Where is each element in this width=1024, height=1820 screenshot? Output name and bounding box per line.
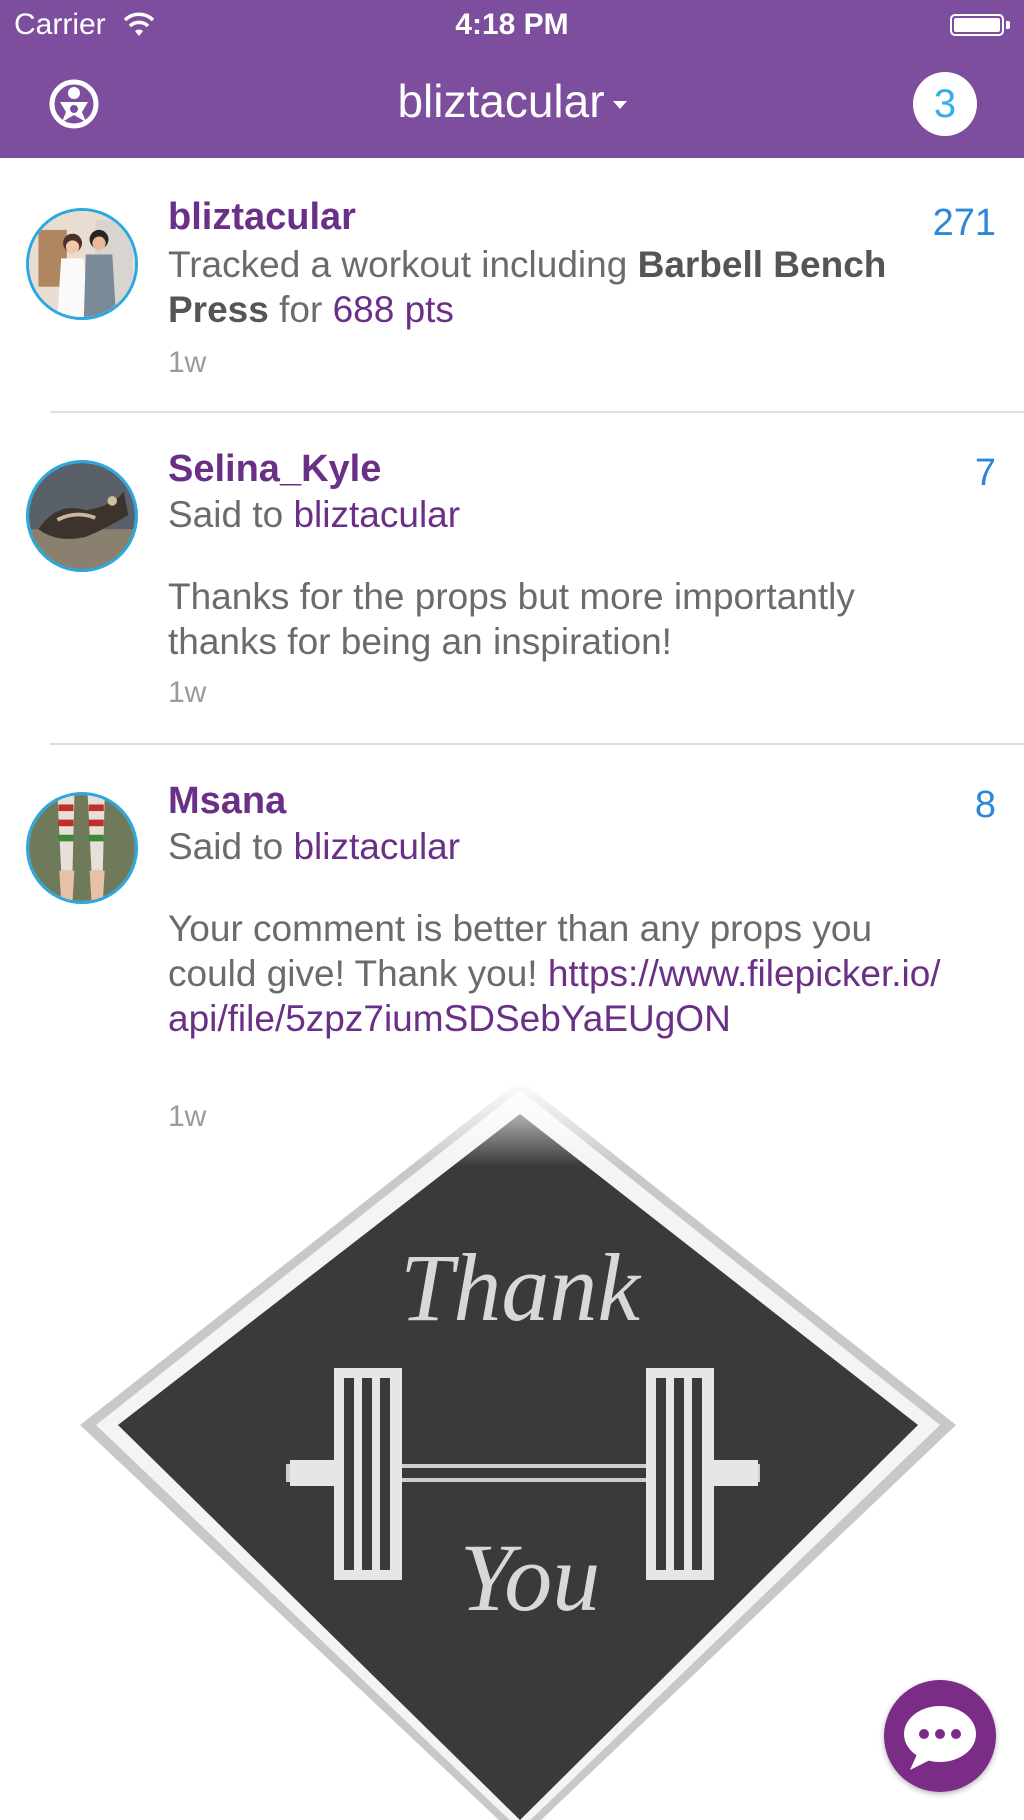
feed-item[interactable]: bliztacular 271 Tracked a workout includ…	[0, 158, 1024, 413]
battery-tip	[1006, 21, 1010, 29]
feed-item[interactable]: Selina_Kyle 7 Said to bliztacular Thanks…	[0, 412, 1024, 745]
chat-bubble-icon	[904, 1706, 976, 1770]
feed-count[interactable]: 7	[975, 452, 996, 495]
timestamp: 1w	[168, 676, 207, 709]
nav-bar: bliztacular 3	[0, 50, 1024, 158]
feed-text-mid: for	[268, 289, 333, 330]
feed-said-to: Said to bliztacular	[168, 824, 948, 869]
feed-username[interactable]: bliztacular	[168, 196, 356, 239]
activity-feed: bliztacular 271 Tracked a workout includ…	[0, 158, 1024, 1144]
feed-count[interactable]: 271	[933, 202, 996, 245]
feed-username[interactable]: Msana	[168, 780, 286, 823]
target-user[interactable]: bliztacular	[293, 494, 460, 535]
avatar-animal-photo	[29, 463, 135, 569]
feed-username[interactable]: Selina_Kyle	[168, 448, 381, 491]
avatar[interactable]	[26, 792, 138, 904]
said-to-label: Said to	[168, 826, 294, 867]
notification-badge[interactable]: 3	[913, 72, 977, 136]
said-to-label: Said to	[168, 494, 294, 535]
status-bar: Carrier 4:18 PM	[0, 0, 1024, 50]
target-user[interactable]: bliztacular	[293, 826, 460, 867]
clock: 4:18 PM	[455, 8, 569, 41]
thank-you-image[interactable]: Thank You	[0, 1080, 1024, 1820]
feed-count[interactable]: 8	[975, 784, 996, 827]
account-switcher[interactable]: bliztacular	[0, 74, 1024, 128]
feed-message: Your comment is better than any props yo…	[168, 906, 948, 1041]
feed-said-to: Said to bliztacular	[168, 492, 948, 537]
header-bar: Carrier 4:18 PM bliztacular 3	[0, 0, 1024, 158]
feed-text: Tracked a workout including Barbell Benc…	[168, 242, 948, 332]
avatar[interactable]	[26, 208, 138, 320]
chevron-down-icon	[612, 100, 627, 109]
avatar-wedding-photo	[29, 211, 135, 317]
timestamp: 1w	[168, 346, 207, 379]
thank-word: Thank	[400, 1234, 642, 1341]
you-word: You	[460, 1524, 601, 1631]
nav-title: bliztacular	[397, 75, 605, 127]
points-value: 688 pts	[332, 289, 454, 330]
battery-icon	[950, 14, 1004, 36]
feed-message: Thanks for the props but more importantl…	[168, 576, 855, 662]
chat-button[interactable]	[884, 1680, 996, 1792]
avatar-socks-photo	[29, 795, 135, 901]
avatar[interactable]	[26, 460, 138, 572]
feed-text-prefix: Tracked a workout including	[168, 244, 638, 285]
